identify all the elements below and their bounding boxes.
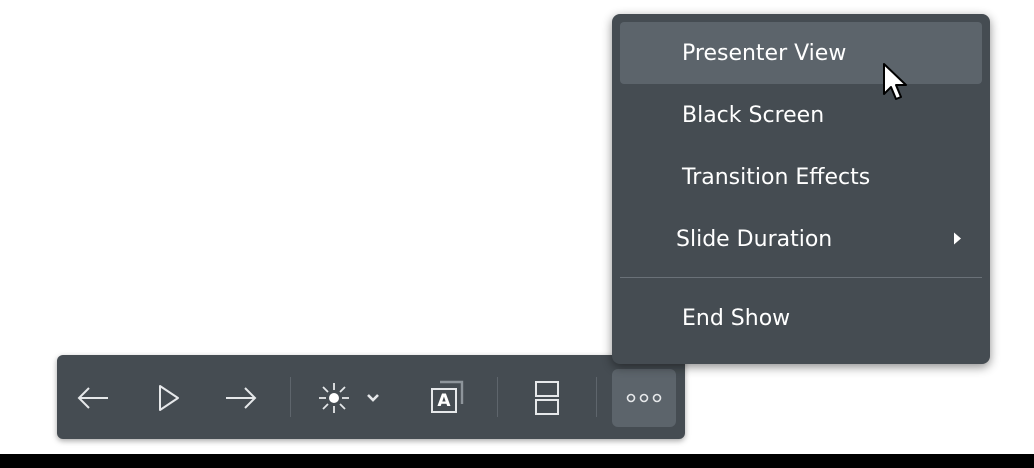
slide-sorter-icon [534,380,560,416]
submenu-arrow-icon [953,227,962,252]
menu-separator [620,277,982,278]
laser-pointer-icon [318,382,350,414]
toolbar-separator [596,377,597,417]
arrow-right-icon [224,385,258,411]
menu-item-slide-duration[interactable]: Slide Duration [620,208,982,270]
menu-item-label: Presenter View [682,40,847,66]
toolbar-separator [290,377,291,417]
arrow-left-icon [76,385,110,411]
more-icon [624,392,664,404]
next-slide-button[interactable] [217,369,265,427]
menu-item-label: End Show [682,305,791,331]
menu-item-label: Transition Effects [682,164,871,190]
play-button[interactable] [147,369,191,427]
more-options-menu: Presenter View Black Screen Transition E… [612,14,990,364]
previous-slide-button[interactable] [69,369,117,427]
play-icon [157,384,181,412]
subtitles-icon: A [426,378,466,418]
menu-item-label: Black Screen [682,102,825,128]
subtitles-glyph: A [437,391,451,411]
slideshow-toolbar: A [57,355,685,439]
chevron-down-icon [366,393,380,403]
laser-pointer-button[interactable] [312,369,356,427]
menu-item-end-show[interactable]: End Show [620,285,982,351]
pointer-options-dropdown[interactable] [360,369,386,427]
subtitles-button[interactable]: A [421,369,471,427]
slide-sorter-button[interactable] [527,369,567,427]
menu-item-black-screen[interactable]: Black Screen [620,84,982,146]
menu-item-transition-effects[interactable]: Transition Effects [620,146,982,208]
menu-item-presenter-view[interactable]: Presenter View [620,22,982,84]
more-options-button[interactable] [612,369,676,427]
menu-item-label: Slide Duration [676,226,833,252]
slideshow-stage: A Presenter View Black Screen Transition… [0,0,1034,468]
toolbar-separator [497,377,498,417]
bottom-black-strip [0,454,1034,468]
